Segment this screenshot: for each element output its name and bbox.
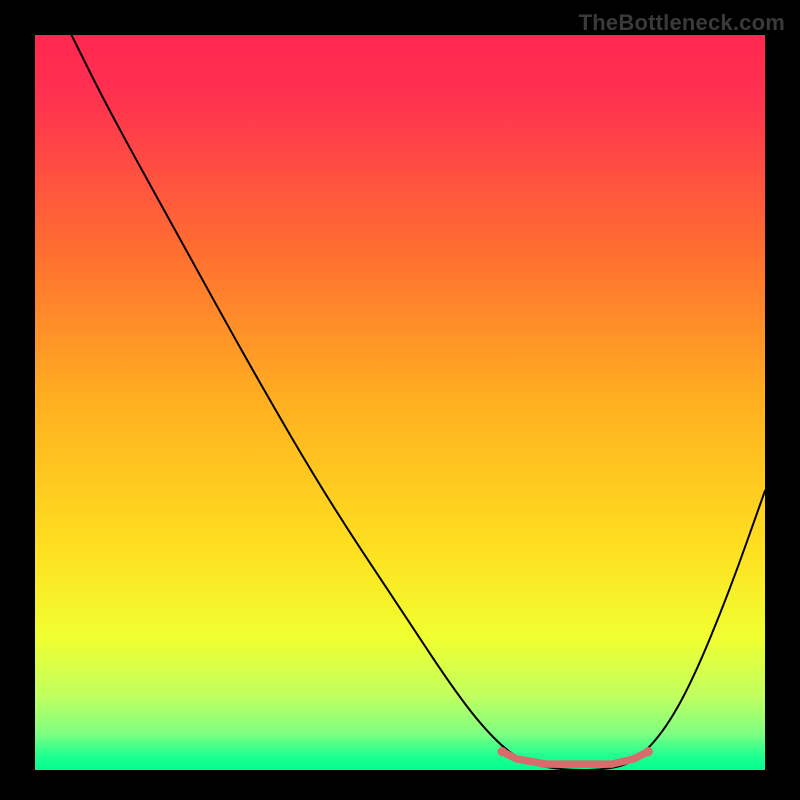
chart-container: TheBottleneck.com	[0, 0, 800, 800]
gradient-background	[35, 35, 765, 770]
bottleneck-chart	[0, 0, 800, 800]
watermark-text: TheBottleneck.com	[579, 10, 785, 36]
marker-endpoint	[498, 747, 507, 756]
marker-endpoint	[644, 747, 653, 756]
